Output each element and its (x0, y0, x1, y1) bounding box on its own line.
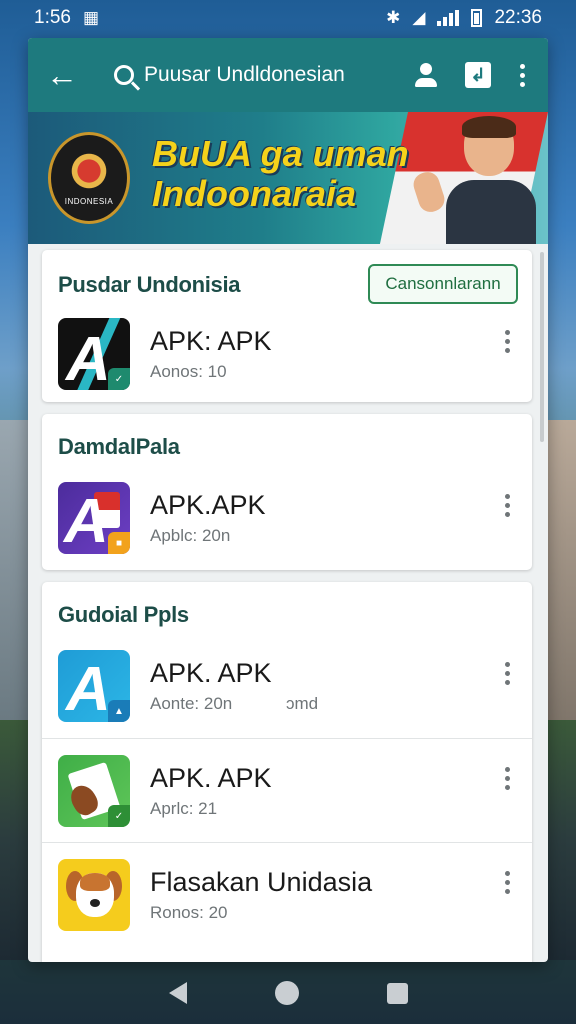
app-meta: Ronos: 20 (150, 903, 228, 922)
app-name: APK: APK (150, 326, 272, 356)
back-arrow-icon[interactable]: ← (46, 59, 86, 91)
edit-button[interactable]: ↲ (458, 55, 498, 95)
search-query[interactable]: Puusar Undldonesian (144, 63, 394, 87)
section-card-3: Gudoial Ppls A ▲ APK. APK Aonte: 20n ɔmd… (42, 582, 532, 962)
app-list-item[interactable]: A ■ APK.APK Apblc: 20n (42, 466, 532, 566)
app-icon-green-quill: ✓ (58, 755, 130, 827)
app-meta: Aonos: 10 (150, 362, 227, 381)
app-icon-yellow-dog (58, 859, 130, 931)
person-icon (414, 63, 438, 87)
section-title: DamdalPala (58, 434, 180, 459)
scrollbar[interactable] (540, 252, 544, 442)
more-vert-icon[interactable] (505, 330, 510, 353)
app-list-item[interactable]: A ▲ APK. APK Aonte: 20n ɔmd (42, 634, 532, 734)
app-icon-blue-a: A ▲ (58, 650, 130, 722)
signal-icon (437, 10, 460, 26)
battery-icon (471, 9, 483, 27)
app-meta-extra: ɔmd (286, 694, 319, 713)
banner-headline-line2: Indoonaraia (152, 173, 357, 214)
more-vert-icon[interactable] (505, 662, 510, 685)
app-meta: Apblc: 20n (150, 526, 231, 545)
app-icon-black-a: A ✓ (58, 318, 130, 390)
section-title: Pusdar Undonisia (58, 272, 241, 297)
overflow-menu-button[interactable] (510, 55, 534, 95)
bluetooth-icon: ✱ (386, 8, 401, 27)
app-name: Flasakan Unidasia (150, 867, 373, 897)
status-clock-right: 22:36 (494, 7, 542, 28)
nav-recents-icon[interactable] (386, 982, 408, 1004)
system-nav-bar (0, 962, 576, 1024)
more-vert-icon[interactable] (505, 767, 510, 790)
section-card-1: Pusdar Undonisia Cansonnlarann A ✓ APK: … (42, 250, 532, 402)
app-name: APK. APK (150, 658, 272, 688)
section-title: Gudoial Ppls (58, 602, 189, 627)
banner-headline-line1: BuUA ga uman (152, 133, 409, 174)
waving-person-illustration (410, 116, 540, 244)
app-list-item[interactable]: ✓ APK. APK Aprlc: 21 (42, 738, 532, 838)
toolbar: ← Puusar Undldonesian ↲ (28, 38, 548, 112)
status-time: 1:56 (34, 7, 71, 28)
app-name: APK. APK (150, 763, 272, 793)
banner-headline: BuUA ga uman Indoonaraia (152, 134, 409, 214)
more-vert-icon[interactable] (505, 871, 510, 894)
app-meta: Aprlc: 21 (150, 799, 218, 818)
emblem-icon (69, 150, 109, 191)
nav-back-icon[interactable] (168, 982, 187, 1004)
status-bar: 1:56 ▦ ✱ ◢ 22:36 (0, 0, 576, 36)
app-list-item[interactable]: A ✓ APK: APK Aonos: 10 (42, 302, 532, 402)
emblem-logo: INDONESIA (48, 132, 130, 224)
edit-icon: ↲ (465, 62, 491, 88)
app-name: APK.APK (150, 490, 266, 520)
search-icon[interactable] (114, 65, 134, 85)
image-icon: ▦ (82, 8, 100, 27)
more-vert-icon (519, 63, 525, 87)
section-action-button[interactable]: Cansonnlarann (368, 264, 518, 304)
more-vert-icon[interactable] (505, 494, 510, 517)
nav-home-icon[interactable] (274, 981, 299, 1005)
logo-text: INDONESIA (64, 196, 114, 206)
app-icon-purple-a: A ■ (58, 482, 130, 554)
promo-banner[interactable]: INDONESIA BuUA ga uman Indoonaraia (28, 112, 548, 244)
section-card-2: DamdalPala A ■ APK.APK Apblc: 20n (42, 414, 532, 570)
app-window: ← Puusar Undldonesian ↲ INDONESIA BuUA g… (28, 38, 548, 962)
app-meta: Aonte: 20n (150, 694, 233, 713)
app-list: Pusdar Undonisia Cansonnlarann A ✓ APK: … (28, 244, 548, 962)
account-button[interactable] (406, 55, 446, 95)
app-list-item[interactable]: Flasakan Unidasia Ronos: 20 (42, 842, 532, 942)
wifi-icon: ◢ (412, 8, 426, 27)
